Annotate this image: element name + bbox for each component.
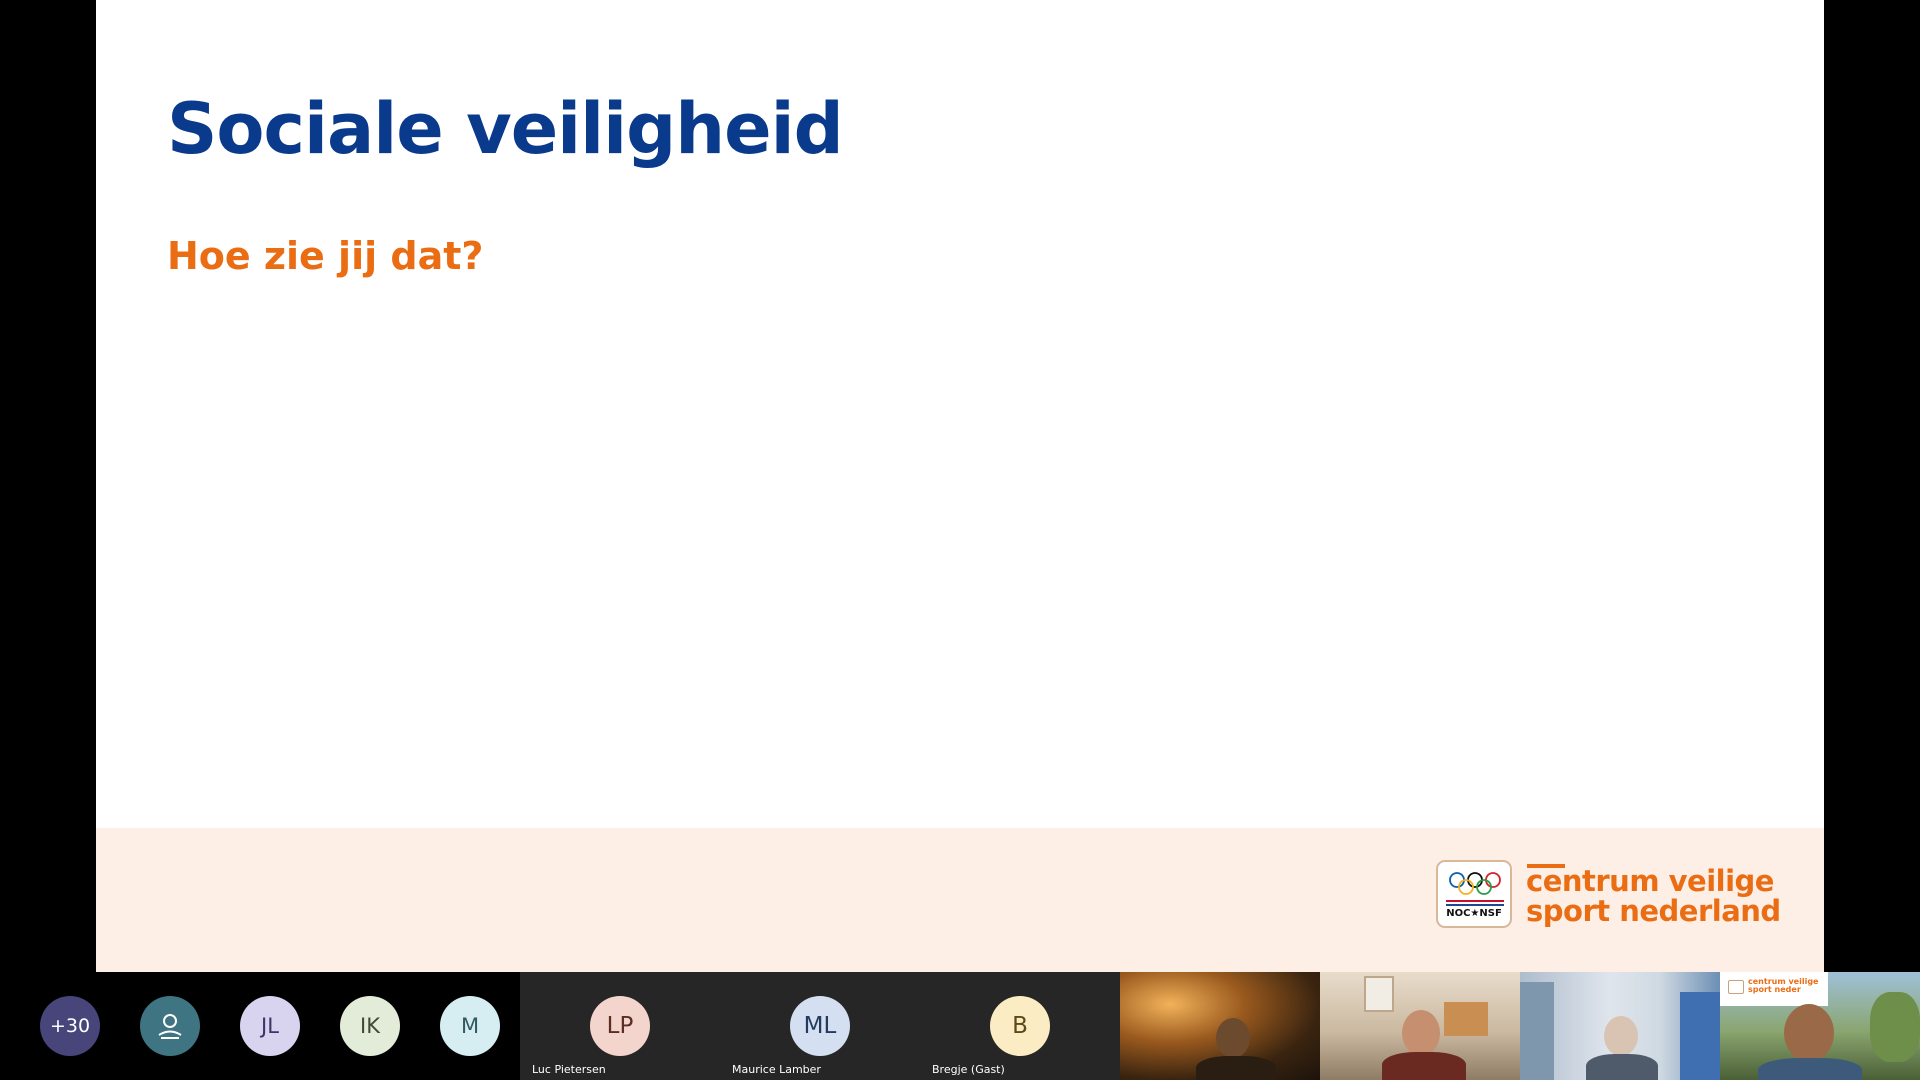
participant-video[interactable] xyxy=(1520,972,1720,1080)
overflow-participants[interactable]: +30 xyxy=(20,972,120,1080)
overflow-count-badge[interactable]: +30 xyxy=(40,996,100,1056)
mini-logo-line2: sport neder xyxy=(1748,985,1801,994)
participant-video[interactable] xyxy=(1120,972,1320,1080)
slide-title: Sociale veiligheid xyxy=(167,88,844,170)
participant-video[interactable] xyxy=(1320,972,1520,1080)
participant-avatar-cell[interactable]: IK xyxy=(320,972,420,1080)
video-person xyxy=(1402,1010,1440,1056)
olympic-rings-icon xyxy=(1449,872,1501,895)
participant-avatar: ML xyxy=(790,996,850,1056)
slide-subtitle: Hoe zie jij dat? xyxy=(167,234,484,278)
noc-nsf-logo: NOC★NSF xyxy=(1436,860,1512,928)
participant-avatar-cell[interactable]: JL xyxy=(220,972,320,1080)
participant-avatar[interactable] xyxy=(140,996,200,1056)
participant-avatar: LP xyxy=(590,996,650,1056)
video-person xyxy=(1784,1004,1834,1062)
cvsn-logo-line1: centrum veilige xyxy=(1526,864,1774,898)
screen: Sociale veiligheid Hoe zie jij dat? NOC★… xyxy=(0,0,1920,1080)
participant-avatar[interactable]: IK xyxy=(340,996,400,1056)
video-person xyxy=(1216,1018,1250,1058)
participant-tile[interactable]: B Bregje (Gast) xyxy=(920,972,1120,1080)
participant-avatar-cell[interactable] xyxy=(120,972,220,1080)
noc-nsf-label: NOC★NSF xyxy=(1446,908,1502,919)
participant-name: Maurice Lamber xyxy=(732,1063,821,1076)
participant-avatar: B xyxy=(990,996,1050,1056)
slide-footer: NOC★NSF centrum veilige sport nederland xyxy=(96,828,1824,972)
mini-shared-slide: centrum veilige sport neder xyxy=(1720,972,1828,1006)
participant-video[interactable]: centrum veilige sport neder xyxy=(1720,972,1920,1080)
person-icon xyxy=(158,1014,182,1039)
shared-presentation-slide: Sociale veiligheid Hoe zie jij dat? NOC★… xyxy=(96,0,1824,972)
participant-tile[interactable]: ML Maurice Lamber xyxy=(720,972,920,1080)
participant-name: Luc Pietersen xyxy=(532,1063,606,1076)
video-person xyxy=(1604,1016,1638,1056)
participant-avatar[interactable]: JL xyxy=(240,996,300,1056)
mini-noc-logo xyxy=(1728,980,1744,994)
participant-strip: +30 JL IK M LP Luc Pietersen ML Maurice … xyxy=(0,972,1920,1080)
participant-tile[interactable]: LP Luc Pietersen xyxy=(520,972,720,1080)
flag-stripes xyxy=(1446,900,1504,906)
participant-name: Bregje (Gast) xyxy=(932,1063,1005,1076)
participant-avatar[interactable]: M xyxy=(440,996,500,1056)
cvsn-logo-line2: sport nederland xyxy=(1526,894,1781,928)
participant-avatar-cell[interactable]: M xyxy=(420,972,520,1080)
cvsn-logo-text: centrum veilige sport nederland xyxy=(1526,866,1781,926)
